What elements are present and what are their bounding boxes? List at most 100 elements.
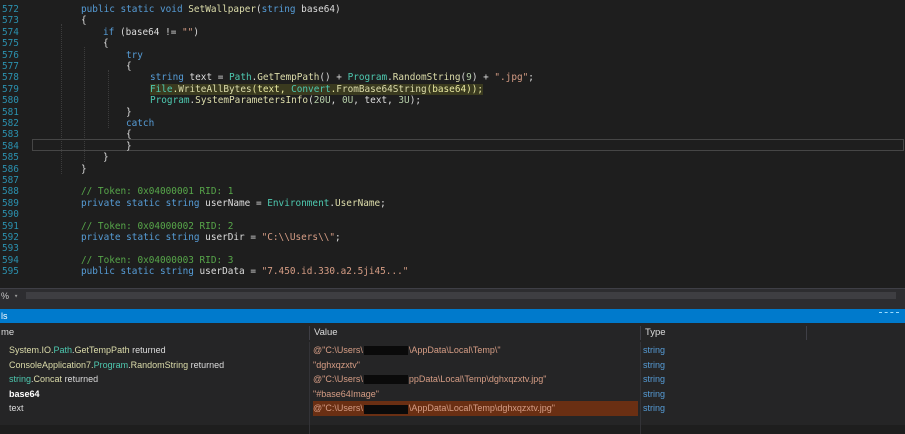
code-line[interactable]: 572 public static void SetWallpaper(strin…	[0, 4, 905, 15]
autos-row[interactable]: ConsoleApplication7.Program.RandomString…	[0, 358, 905, 373]
line-number: 579	[2, 83, 19, 95]
code-line[interactable]: 583 {	[0, 129, 905, 140]
line-number: 584	[2, 140, 19, 152]
column-header-name[interactable]: me	[1, 326, 14, 340]
code-text: private static string userName = Environ…	[81, 197, 386, 209]
code-line[interactable]: 578 string text = Path.GetTempPath() + Pr…	[0, 72, 905, 83]
editor-zoom-bar: % ▾	[0, 288, 905, 303]
variable-value[interactable]: @"C:\Users\ \AppData\Local\Temp\dghxqzxtv…	[313, 401, 638, 416]
variable-type: string	[643, 403, 666, 414]
line-number: 590	[2, 209, 19, 221]
code-text: catch	[126, 118, 155, 129]
zoom-dropdown-icon[interactable]: ▾	[14, 289, 18, 303]
line-number: 595	[2, 266, 19, 278]
code-text: }	[126, 106, 132, 118]
line-number: 592	[2, 232, 19, 243]
code-line[interactable]: 593	[0, 243, 905, 254]
autos-title-bar: ls	[0, 309, 905, 323]
variable-name: text	[9, 403, 24, 414]
variable-type: string	[643, 359, 666, 370]
line-number: 593	[2, 243, 19, 255]
code-text: try	[126, 49, 143, 61]
code-line[interactable]: 582 catch	[0, 118, 905, 129]
line-number: 580	[2, 95, 19, 107]
line-number: 581	[2, 106, 19, 118]
code-text: Program.SystemParametersInfo(20U, 0U, te…	[150, 95, 421, 107]
autos-row[interactable]: base64 "#base64Image" string	[0, 387, 905, 402]
code-text: {	[126, 129, 132, 141]
code-text: // Token: 0x04000001 RID: 1	[81, 186, 234, 198]
code-line[interactable]: 586}	[0, 164, 905, 175]
line-number: 588	[2, 186, 19, 198]
line-number: 594	[2, 254, 19, 266]
autos-row[interactable]: System.IO.Path.GetTempPath returned @"C:\…	[0, 343, 905, 358]
code-line[interactable]: 576 try	[0, 50, 905, 61]
code-text: {	[103, 38, 109, 50]
autos-row[interactable]: text @"C:\Users\ \AppData\Local\Temp\dghxq…	[0, 401, 905, 416]
code-line[interactable]: 575 {	[0, 38, 905, 49]
variable-value[interactable]: @"C:\Users\ \AppData\Local\Temp\"	[313, 343, 638, 358]
code-text: // Token: 0x04000003 RID: 3	[81, 254, 234, 266]
code-editor[interactable]: 572 public static void SetWallpaper(strin…	[0, 0, 905, 288]
line-number: 574	[2, 26, 19, 38]
column-header-type[interactable]: Type	[645, 326, 666, 340]
code-line[interactable]: 579 File.WriteAllBytes(text, Convert.From…	[0, 83, 905, 95]
line-number: 573	[2, 15, 19, 27]
line-number: 587	[2, 175, 19, 186]
variable-name: base64	[9, 388, 40, 399]
column-divider[interactable]	[640, 326, 641, 340]
code-text: if (base64 != "")	[103, 26, 199, 38]
code-line[interactable]: 591 // Token: 0x04000002 RID: 2	[0, 221, 905, 232]
code-line[interactable]: 589 private static string userName = Envi…	[0, 198, 905, 209]
line-number: 583	[2, 129, 19, 141]
code-line[interactable]: 594 // Token: 0x04000003 RID: 3	[0, 255, 905, 266]
code-text: // Token: 0x04000002 RID: 2	[81, 220, 234, 232]
line-number: 591	[2, 220, 19, 232]
title-bar-grip-icon[interactable]	[879, 312, 899, 321]
line-number: 572	[2, 4, 19, 15]
variable-value[interactable]: "dghxqzxtv"	[313, 358, 638, 373]
variable-type: string	[643, 345, 666, 355]
code-text: private static string userDir = "C:\\Use…	[81, 232, 341, 243]
line-number: 578	[2, 72, 19, 84]
line-number: 577	[2, 61, 19, 72]
code-text: public static void SetWallpaper(string b…	[81, 4, 341, 15]
variable-value[interactable]: "#base64Image"	[313, 387, 638, 402]
code-text: }	[81, 163, 87, 175]
code-line[interactable]: 590	[0, 209, 905, 220]
column-header-value[interactable]: Value	[314, 326, 338, 340]
autos-title: ls	[1, 311, 8, 321]
code-text: }	[103, 152, 109, 164]
variable-name: System.IO.Path.GetTempPath returned	[9, 345, 166, 355]
variable-name: ConsoleApplication7.Program.RandomString…	[9, 359, 225, 370]
zoom-level[interactable]: %	[1, 289, 9, 303]
code-line[interactable]: 592 private static string userDir = "C:\\…	[0, 232, 905, 243]
code-line[interactable]: 585}	[0, 152, 905, 163]
autos-row[interactable]: string.Concat returned @"C:\Users\ ppData\…	[0, 372, 905, 387]
line-number: 585	[2, 152, 19, 164]
code-text: string text = Path.GetTempPath() + Progr…	[150, 72, 534, 84]
code-text: {	[81, 15, 87, 27]
line-number: 575	[2, 38, 19, 50]
code-text: File.WriteAllBytes(text, Convert.FromBas…	[150, 83, 484, 95]
horizontal-scrollbar[interactable]	[26, 292, 896, 299]
code-line[interactable]: 581}	[0, 107, 905, 118]
code-line[interactable]: 584}	[0, 141, 905, 152]
column-divider[interactable]	[309, 326, 310, 340]
code-text: public static string userData = "7.450.i…	[81, 266, 409, 278]
code-text: {	[126, 61, 132, 72]
code-line[interactable]: 587	[0, 175, 905, 186]
column-divider[interactable]	[806, 326, 807, 340]
line-number: 576	[2, 49, 19, 61]
code-line[interactable]: 595 public static string userData = "7.45…	[0, 266, 905, 277]
code-line[interactable]: 573 {	[0, 15, 905, 26]
line-number: 582	[2, 118, 19, 129]
code-line[interactable]: 588 // Token: 0x04000001 RID: 1	[0, 186, 905, 197]
autos-window: ls me Value Type System.IO.Path.GetTempP…	[0, 309, 905, 434]
code-line[interactable]: 577 {	[0, 61, 905, 72]
variable-value[interactable]: @"C:\Users\ ppData\Local\Temp\dghxqzxtv.j…	[313, 372, 638, 387]
code-line[interactable]: 574 if (base64 != "")	[0, 27, 905, 38]
variable-type: string	[643, 388, 666, 399]
code-text: }	[126, 140, 132, 152]
code-line[interactable]: 580 Program.SystemParametersInfo(20U, 0U,…	[0, 95, 905, 106]
